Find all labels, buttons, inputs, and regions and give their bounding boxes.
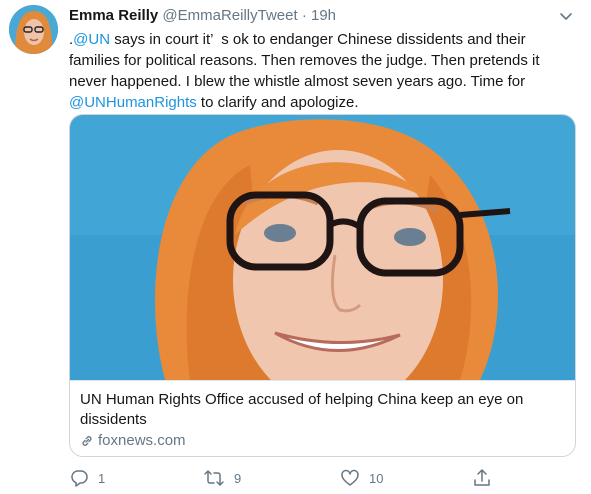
tweet-text: .@UN says in court it’ s ok to endanger … — [69, 29, 569, 113]
tweet-header: Emma Reilly @EmmaReillyTweet · 19h — [69, 6, 336, 26]
like-count: 10 — [369, 470, 384, 486]
text-fragment: to clarify and apologize. — [196, 94, 359, 111]
retweet-icon — [204, 470, 224, 486]
avatar-image — [9, 5, 58, 54]
reply-count: 1 — [98, 470, 106, 486]
mention-unhumanrights[interactable]: @UNHumanRights — [69, 94, 197, 111]
card-source: foxnews.com — [80, 431, 186, 451]
share-icon — [474, 469, 490, 486]
tweet-timestamp[interactable]: 19h — [311, 7, 336, 24]
reply-button[interactable]: 1 — [69, 468, 105, 488]
like-icon — [341, 469, 359, 486]
author-handle[interactable]: @EmmaReillyTweet — [162, 7, 297, 24]
author-name[interactable]: Emma Reilly — [69, 7, 158, 24]
mention-un[interactable]: @UN — [73, 31, 110, 48]
reply-icon — [71, 470, 88, 487]
share-button[interactable] — [472, 468, 492, 488]
action-bar: 1 9 10 — [0, 468, 591, 492]
card-image — [70, 115, 575, 380]
caret-down-icon[interactable] — [556, 6, 576, 26]
text-fragment: says in court it’ s ok to endanger Chine… — [69, 31, 544, 90]
link-icon — [82, 436, 92, 446]
like-button[interactable]: 10 — [340, 468, 383, 488]
card-title: UN Human Rights Office accused of helpin… — [80, 391, 524, 428]
link-card[interactable]: UN Human Rights Office accused of helpin… — [69, 114, 576, 457]
separator-dot: · — [301, 7, 307, 24]
card-source-domain: foxnews.com — [98, 432, 186, 449]
avatar[interactable] — [9, 5, 58, 54]
retweet-button[interactable]: 9 — [203, 468, 241, 488]
card-body: UN Human Rights Office accused of helpin… — [70, 380, 575, 456]
retweet-count: 9 — [234, 470, 242, 486]
